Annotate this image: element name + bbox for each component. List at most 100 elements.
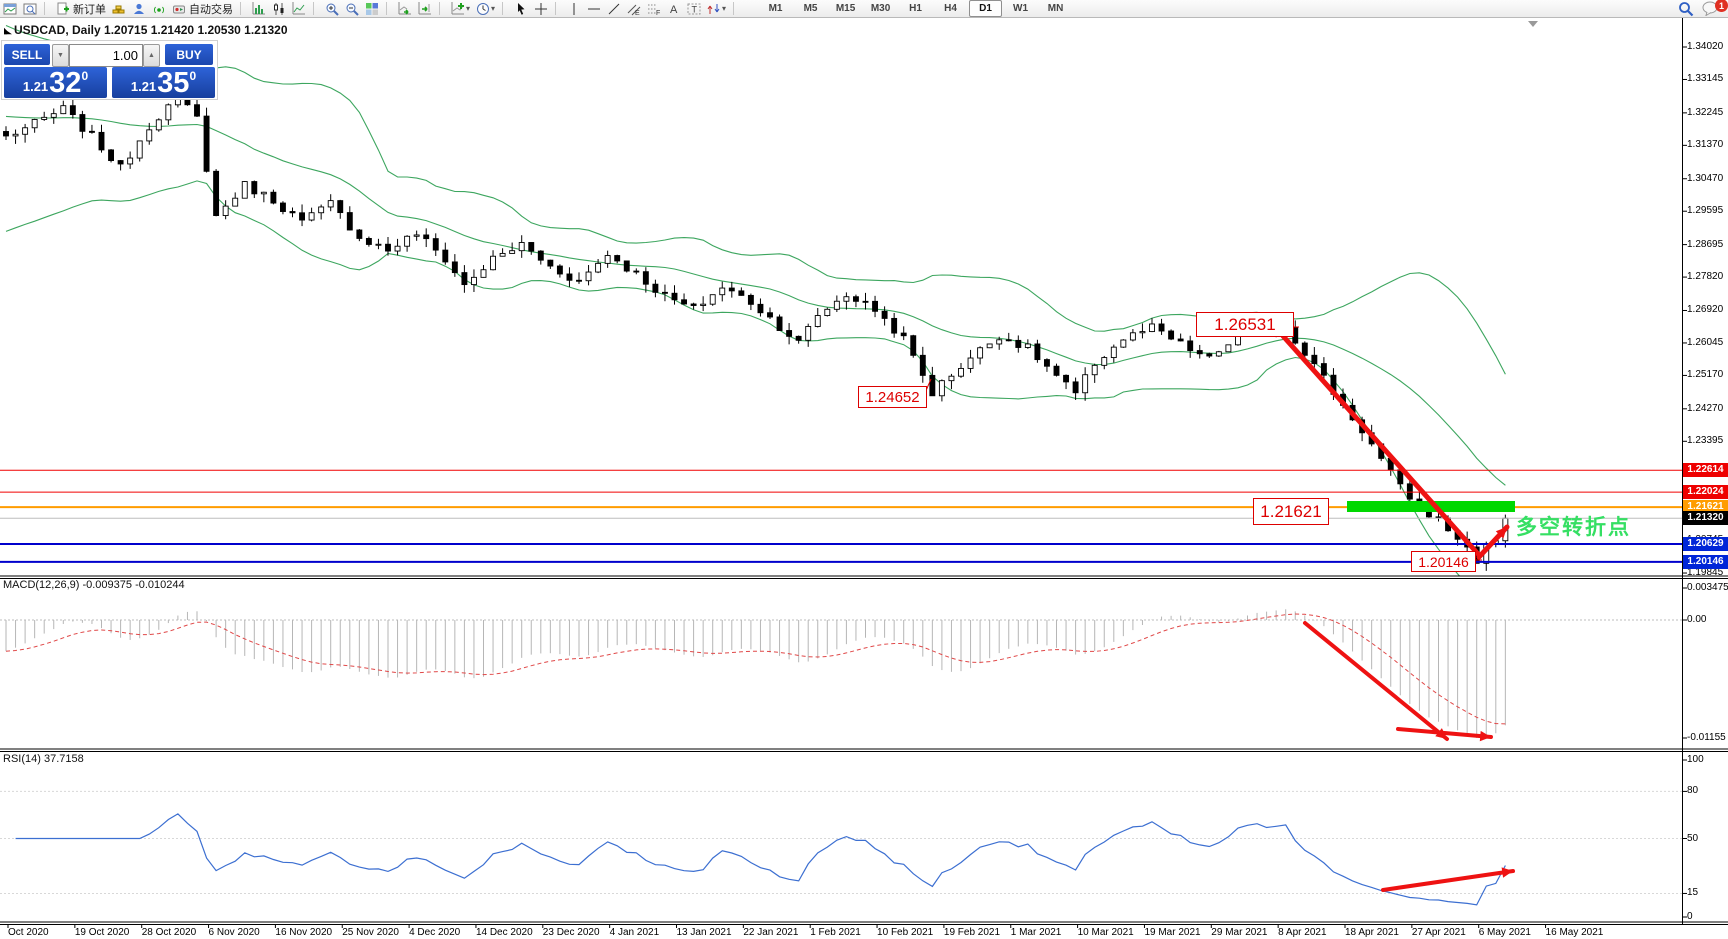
bar-chart-button[interactable] [250,1,268,16]
notification-badge: 1 [1715,0,1728,12]
rsi-scale-tick: 15 [1687,887,1699,899]
channel-button[interactable]: E [625,1,643,16]
auto-scroll-button[interactable] [396,1,414,16]
timeframe-mn[interactable]: MN [1039,0,1072,17]
toolbar-separator [555,2,561,15]
timeframe-d1[interactable]: D1 [969,0,1003,17]
date-tick: 1 Feb 2021 [810,927,861,938]
trend-line-button[interactable] [605,1,623,16]
turning-point-label[interactable]: 多空转折点 [1516,511,1631,541]
volume-increase-button[interactable]: ▲ [143,44,160,67]
date-tick: 19 Oct 2020 [74,927,130,938]
chart-shift-button[interactable] [416,1,434,16]
volume-decrease-button[interactable]: ▼ [52,44,69,67]
buy-price-display[interactable]: 1.21 35 0 [112,67,215,98]
chart-surface[interactable] [0,0,1728,939]
gold-button[interactable] [110,1,128,16]
textA-icon: A [667,2,681,16]
zoomin-icon [325,2,339,16]
price-tick: 1.26045 [1687,336,1724,348]
timeframe-h4[interactable]: H4 [934,0,967,17]
hline-icon [587,2,601,16]
date-tick: 10 Mar 2021 [1077,927,1134,938]
sell-button[interactable]: SELL [4,44,50,65]
signals-button[interactable] [150,1,168,16]
svg-text:E: E [635,10,640,16]
toolbar-separator [439,2,445,15]
zoom-in-button[interactable] [323,1,341,16]
gold-icon [112,2,126,16]
add-indicator-button[interactable]: ▾ [449,1,472,16]
timeframe-m15[interactable]: M15 [829,0,862,17]
timeframe-m5[interactable]: M5 [794,0,827,17]
sell-price-display[interactable]: 1.21 32 0 [4,67,107,98]
price-tick: 1.32245 [1687,106,1724,118]
volume-input[interactable] [69,44,143,67]
fibonacci-button[interactable]: F [645,1,663,16]
timeframe-w1[interactable]: W1 [1004,0,1037,17]
horizontal-line-button[interactable] [585,1,603,16]
timeframe-toolbar: M1 M5 M15 M30 H1 H4 D1 W1 MN [758,0,1073,17]
sell-price-sup: 0 [81,69,89,83]
date-tick: 22 Jan 2021 [743,927,799,938]
timeframe-h1[interactable]: H1 [899,0,932,17]
date-tick: 6 Nov 2020 [208,927,260,938]
crosshair-button[interactable] [532,1,550,16]
community-button[interactable] [130,1,148,16]
new-order-button-label: 新订单 [73,3,106,16]
vline-icon [567,2,581,16]
callout-1.26531[interactable]: 1.26531 [1196,312,1294,337]
date-tick: 16 May 2021 [1545,927,1604,938]
macd-scale-tick: 0.00 [1687,614,1707,625]
price-tick: 1.27820 [1687,271,1724,283]
chart-window-button[interactable] [1,1,19,16]
timeframe-m1[interactable]: M1 [759,0,792,17]
line-chart-button[interactable] [290,1,308,16]
labelT-icon: T [687,2,701,16]
date-tick: 4 Jan 2021 [609,927,660,938]
buy-price-small: 1.21 [130,79,157,94]
preview-button[interactable] [21,1,39,16]
price-badge-1.21320: 1.21320 [1683,511,1728,526]
macd-scale-tick: -0.01155 [1687,732,1726,743]
zoom-out-button[interactable] [343,1,361,16]
price-tick: 1.34020 [1687,41,1724,52]
dropdown-arrow-icon: ▾ [466,4,471,13]
chat-icon[interactable]: 1 [1702,0,1728,17]
bars-icon [252,1,266,16]
timeframe-m30[interactable]: M30 [864,0,897,17]
callout-1.20146[interactable]: 1.20146 [1411,551,1476,572]
date-tick: Oct 2020 [8,927,49,938]
winchart-icon [3,2,17,16]
date-tick: 27 Apr 2021 [1411,927,1466,938]
date-tick: 10 Feb 2021 [877,927,934,938]
vertical-line-button[interactable] [565,1,583,16]
periods-button[interactable]: ▾ [474,1,497,16]
arrows-button[interactable]: ▾ [705,1,728,16]
candle-chart-button[interactable] [270,1,288,16]
text-button[interactable]: A [665,1,683,16]
tile-windows-button[interactable] [363,1,381,16]
new-order-button[interactable]: 新订单 [54,1,108,16]
rsi-label: RSI(14) 37.7158 [3,753,84,765]
price-tick: 1.31370 [1687,139,1724,151]
search-icon[interactable] [1678,1,1694,17]
svg-text:A: A [670,4,678,16]
text-label-button[interactable]: T [685,1,703,16]
price-badge-1.22614: 1.22614 [1683,463,1728,478]
price-badge-1.22024: 1.22024 [1683,485,1728,500]
channelE-icon: E [627,2,641,16]
callout-1.21621[interactable]: 1.21621 [1253,498,1329,525]
rsi-scale-tick: 50 [1687,832,1699,844]
price-tick: 1.28695 [1687,238,1724,250]
date-tick: 8 Apr 2021 [1278,927,1327,938]
date-tick: 14 Dec 2020 [475,927,533,938]
callout-1.24652[interactable]: 1.24652 [858,386,927,408]
rsi-scale-tick: 80 [1687,785,1699,797]
linechart-icon [292,1,306,16]
buy-button[interactable]: BUY [165,44,213,65]
magwin-icon [23,2,37,16]
auto-trading-button[interactable]: 自动交易 [170,1,235,16]
cursor-button[interactable] [512,1,530,16]
person-icon [132,2,146,16]
